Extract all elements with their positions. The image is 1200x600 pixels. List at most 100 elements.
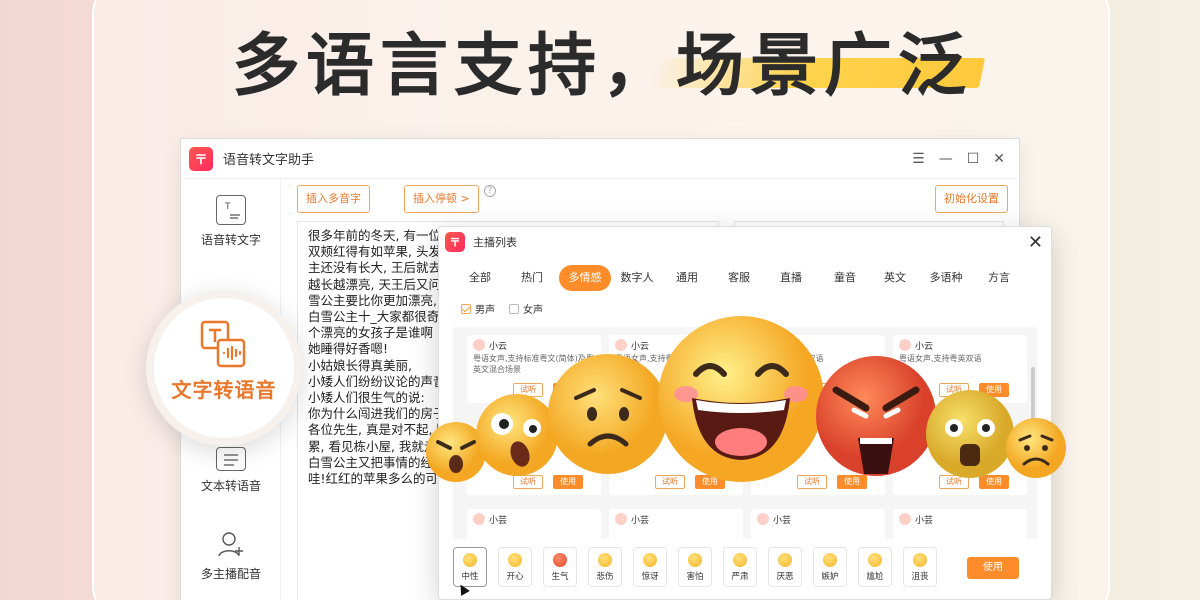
sidebar-item-label: 语音转文字: [200, 233, 261, 247]
anchor-name: 小芸: [773, 516, 792, 526]
use-button[interactable]: 使用: [553, 475, 583, 489]
anchor-name: 小芸: [489, 516, 508, 526]
sidebar-item-multi-anchor[interactable]: 多主播配音: [181, 529, 281, 582]
anchor-name: 小芸: [631, 516, 650, 526]
tab-dialect[interactable]: 方言: [977, 265, 1021, 291]
text-to-speech-icon: [200, 320, 248, 368]
anchor-card[interactable]: 小芸: [893, 509, 1027, 539]
avatar: [615, 513, 627, 525]
worried-face-icon: [548, 354, 668, 474]
emotion-label: 悲伤: [596, 572, 614, 582]
app-title: 语音转文字助手: [223, 153, 315, 168]
emotion-depressed[interactable]: 沮丧: [903, 547, 937, 587]
emotion-label: 沮丧: [911, 572, 929, 582]
emotion-label: 厌恶: [776, 572, 794, 582]
help-icon[interactable]: ?: [484, 185, 496, 197]
male-filter-label: 男声: [475, 305, 495, 316]
tab-digital-human[interactable]: 数字人: [613, 265, 661, 291]
tab-child-voice[interactable]: 童音: [823, 265, 867, 291]
tab-general[interactable]: 通用: [665, 265, 709, 291]
dialog-close-icon[interactable]: ✕: [1028, 232, 1043, 253]
title-bar: 〒 语音转文字助手 ☰ — ☐ ✕: [181, 139, 1019, 179]
angry-face-icon: [553, 553, 567, 567]
sidebar-item-speech-to-text[interactable]: T 语音转文字: [181, 195, 281, 248]
surprised-face-icon: [643, 553, 657, 567]
avatar: [615, 339, 627, 351]
avatar: [899, 339, 911, 351]
jealous-face-icon: [823, 553, 837, 567]
anchor-name: 小云: [631, 342, 650, 352]
laughing-face-icon: [658, 316, 824, 482]
tab-multi-emotion[interactable]: 多情感: [559, 265, 611, 291]
sidebar-item-label: 文本转语音: [200, 479, 261, 493]
headline-text: 多语言支持，场景广泛: [232, 27, 973, 106]
dialog-title: 主播列表: [473, 236, 517, 249]
emotion-label: 中性: [461, 572, 479, 582]
emotion-disgust[interactable]: 厌恶: [768, 547, 802, 587]
female-checkbox[interactable]: [509, 304, 519, 314]
serious-face-icon: [733, 553, 747, 567]
use-button[interactable]: 使用: [837, 475, 867, 489]
emotion-label: 惊讶: [641, 572, 659, 582]
dialog-logo-icon: 〒: [445, 232, 465, 252]
emotion-afraid[interactable]: 害怕: [678, 547, 712, 587]
headline: 多语言支持，场景广泛: [232, 6, 992, 106]
add-user-icon: [216, 529, 246, 559]
emotion-serious[interactable]: 严肃: [723, 547, 757, 587]
tab-live[interactable]: 直播: [769, 265, 813, 291]
text-to-speech-magnifier[interactable]: 文字转语音: [146, 290, 302, 446]
tab-hot[interactable]: 热门: [507, 265, 557, 291]
tab-customer-service[interactable]: 客服: [717, 265, 761, 291]
try-button[interactable]: 试听: [797, 475, 827, 489]
tab-multilingual[interactable]: 多语种: [921, 265, 971, 291]
speech-to-text-icon: T: [216, 195, 246, 225]
avatar: [757, 513, 769, 525]
insert-polyphone-button[interactable]: 插入多音字: [297, 185, 370, 213]
avatar: [473, 339, 485, 351]
male-filter[interactable]: 男声: [461, 301, 495, 316]
gender-filters: 男声 女声: [461, 301, 543, 316]
close-icon[interactable]: ✕: [993, 151, 1005, 167]
app-logo-icon: 〒: [189, 146, 213, 171]
try-button[interactable]: 试听: [655, 475, 685, 489]
female-filter-label: 女声: [523, 305, 543, 316]
emotion-angry[interactable]: 生气: [543, 547, 577, 587]
window-controls: ☰ — ☐ ✕: [912, 151, 1019, 167]
emotion-happy[interactable]: 开心: [498, 547, 532, 587]
female-filter[interactable]: 女声: [509, 301, 543, 316]
sidebar-item-text-to-speech-doc[interactable]: 文本转语音: [181, 447, 281, 494]
neutral-face-icon: [463, 553, 477, 567]
minimize-icon[interactable]: —: [939, 151, 953, 167]
svg-text:T: T: [224, 202, 231, 212]
happy-face-icon: [508, 553, 522, 567]
menu-icon[interactable]: ☰: [912, 151, 925, 167]
reset-settings-button[interactable]: 初始化设置: [935, 185, 1008, 213]
anchor-card[interactable]: 小芸: [467, 509, 601, 539]
depressed-face-icon: [913, 553, 927, 567]
tab-english[interactable]: 英文: [873, 265, 917, 291]
sad-face-icon: [1006, 418, 1066, 478]
maximize-icon[interactable]: ☐: [967, 151, 980, 167]
dialog-use-button[interactable]: 使用: [967, 557, 1019, 579]
document-audio-icon: [216, 447, 246, 471]
emotion-label: 严肃: [731, 572, 749, 582]
emotion-neutral[interactable]: 中性: [453, 547, 487, 587]
tab-all[interactable]: 全部: [455, 265, 505, 291]
emotion-label: 生气: [551, 572, 569, 582]
insert-pause-button[interactable]: 插入停顿 >: [404, 185, 479, 213]
emotion-label: 嫉妒: [821, 572, 839, 582]
promo-page: 多语言支持，场景广泛 〒 语音转文字助手 ☰ — ☐ ✕ T 语音转文字 文本转…: [0, 0, 1200, 600]
scared-face-icon: [926, 390, 1014, 478]
emotion-awkward[interactable]: 尴尬: [858, 547, 892, 587]
male-checkbox[interactable]: [461, 304, 471, 314]
avatar: [473, 513, 485, 525]
emotion-jealous[interactable]: 嫉妒: [813, 547, 847, 587]
afraid-face-icon: [688, 553, 702, 567]
anchor-name: 小云: [915, 342, 934, 352]
anchor-card[interactable]: 小芸: [609, 509, 743, 539]
magnifier-label: 文字转语音: [171, 378, 277, 402]
anchor-card[interactable]: 小芸: [751, 509, 885, 539]
anchor-desc: 粤语女声,支持粤英双语: [899, 354, 982, 363]
emotion-surprised[interactable]: 惊讶: [633, 547, 667, 587]
emotion-sad[interactable]: 悲伤: [588, 547, 622, 587]
